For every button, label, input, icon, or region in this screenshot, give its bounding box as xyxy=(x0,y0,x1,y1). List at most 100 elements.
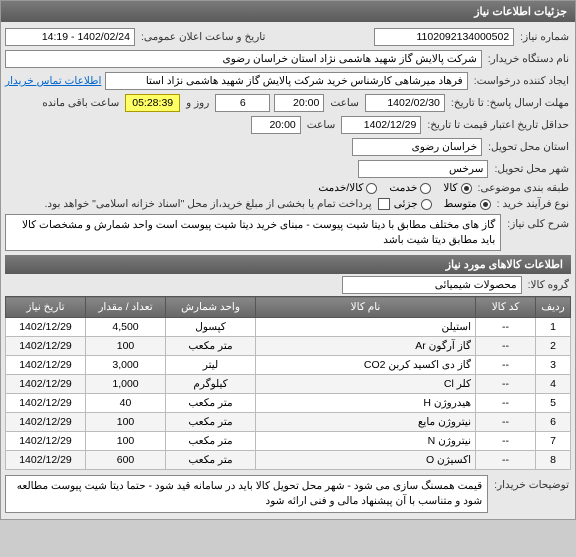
table-row[interactable]: 5--هیدروژن Hمتر مکعب401402/12/29 xyxy=(6,394,571,413)
radio-both[interactable]: کالا/خدمت xyxy=(318,182,377,194)
request-no-value: 1102092134000502 xyxy=(374,28,514,46)
notes-label: توضیحات خریدار: xyxy=(492,475,571,491)
goods-section-title: اطلاعات کالاهای مورد نیاز xyxy=(5,255,571,274)
days-unit: روز و xyxy=(184,97,211,109)
cell-name: هیدروژن H xyxy=(256,394,476,413)
radio-goods[interactable]: کالا xyxy=(443,182,471,194)
announce-value: 1402/02/24 - 14:19 xyxy=(5,28,135,46)
remaining-label: ساعت باقی مانده xyxy=(40,97,121,109)
cell-row: 4 xyxy=(536,375,571,394)
time-label-1: ساعت xyxy=(328,97,361,109)
cell-date: 1402/12/29 xyxy=(6,375,86,394)
cell-unit: متر مکعب xyxy=(166,451,256,470)
table-row[interactable]: 3--گاز دی اکسید کربن CO2لیتر3,0001402/12… xyxy=(6,356,571,375)
cell-code: -- xyxy=(476,318,536,337)
cell-code: -- xyxy=(476,337,536,356)
city-value: سرخس xyxy=(358,160,488,178)
cell-qty: 3,000 xyxy=(86,356,166,375)
cell-code: -- xyxy=(476,356,536,375)
validity-date: 1402/12/29 xyxy=(341,116,421,134)
table-row[interactable]: 4--کلر Clکیلوگرم1,0001402/12/29 xyxy=(6,375,571,394)
cell-qty: 40 xyxy=(86,394,166,413)
cell-code: -- xyxy=(476,413,536,432)
cell-unit: کیلوگرم xyxy=(166,375,256,394)
cell-row: 8 xyxy=(536,451,571,470)
radio-service[interactable]: خدمت xyxy=(389,182,431,194)
cell-unit: لیتر xyxy=(166,356,256,375)
col-unit: واحد شمارش xyxy=(166,297,256,318)
contact-link[interactable]: اطلاعات تماس خریدار xyxy=(5,75,101,87)
cell-code: -- xyxy=(476,451,536,470)
notes-text: قیمت همسنگ سازی می شود - شهر محل تحویل ک… xyxy=(5,475,488,512)
cell-qty: 100 xyxy=(86,432,166,451)
announce-label: تاریخ و ساعت اعلان عمومی: xyxy=(139,31,267,43)
cell-row: 7 xyxy=(536,432,571,451)
col-qty: تعداد / مقدار xyxy=(86,297,166,318)
cell-qty: 100 xyxy=(86,413,166,432)
table-row[interactable]: 6--نیتروژن مایعمتر مکعب1001402/12/29 xyxy=(6,413,571,432)
cell-qty: 4,500 xyxy=(86,318,166,337)
desc-text: گاز های مختلف مطابق با دیتا شیت پیوست - … xyxy=(5,214,501,251)
cell-qty: 600 xyxy=(86,451,166,470)
desc-label: شرح کلی نیاز: xyxy=(505,214,571,230)
validity-time: 20:00 xyxy=(251,116,301,134)
cell-date: 1402/12/29 xyxy=(6,318,86,337)
buyer-value: شرکت پالایش گاز شهید هاشمی نژاد استان خر… xyxy=(5,50,482,68)
cell-name: نیتروژن مایع xyxy=(256,413,476,432)
deadline-label: مهلت ارسال پاسخ: تا تاریخ: xyxy=(449,97,571,109)
table-row[interactable]: 8--اکسیژن Oمتر مکعب6001402/12/29 xyxy=(6,451,571,470)
cell-name: استیلن xyxy=(256,318,476,337)
cell-row: 3 xyxy=(536,356,571,375)
cell-qty: 100 xyxy=(86,337,166,356)
cell-row: 6 xyxy=(536,413,571,432)
radio-mid[interactable]: متوسط xyxy=(444,198,491,210)
countdown-timer: 05:28:39 xyxy=(125,94,180,112)
classification-label: طبقه بندی موضوعی: xyxy=(476,182,571,194)
table-row[interactable]: 7--نیتروژن Nمتر مکعب1001402/12/29 xyxy=(6,432,571,451)
cell-name: کلر Cl xyxy=(256,375,476,394)
table-row[interactable]: 1--استیلنکپسول4,5001402/12/29 xyxy=(6,318,571,337)
group-value: محصولات شیمیائی xyxy=(342,276,522,294)
province-label: استان محل تحویل: xyxy=(486,141,571,153)
time-label-2: ساعت xyxy=(305,119,338,131)
radio-icon xyxy=(421,199,432,210)
province-value: خراسان رضوی xyxy=(352,138,482,156)
cell-row: 2 xyxy=(536,337,571,356)
treasury-checkbox[interactable] xyxy=(378,198,390,210)
cell-qty: 1,000 xyxy=(86,375,166,394)
cell-date: 1402/12/29 xyxy=(6,394,86,413)
process-label: نوع فرآیند خرید : xyxy=(495,198,571,210)
col-code: کد کالا xyxy=(476,297,536,318)
cell-name: گاز آرگون Ar xyxy=(256,337,476,356)
details-panel: جزئیات اطلاعات نیاز شماره نیاز: 11020921… xyxy=(0,0,576,520)
table-row[interactable]: 2--گاز آرگون Arمتر مکعب1001402/12/29 xyxy=(6,337,571,356)
panel-title: جزئیات اطلاعات نیاز xyxy=(1,1,575,22)
cell-unit: کپسول xyxy=(166,318,256,337)
cell-code: -- xyxy=(476,375,536,394)
col-row: ردیف xyxy=(536,297,571,318)
cell-unit: متر مکعب xyxy=(166,394,256,413)
cell-code: -- xyxy=(476,394,536,413)
radio-minor[interactable]: جزئی xyxy=(394,198,432,210)
radio-icon xyxy=(461,183,472,194)
deadline-date: 1402/02/30 xyxy=(365,94,445,112)
cell-name: نیتروژن N xyxy=(256,432,476,451)
cell-unit: متر مکعب xyxy=(166,413,256,432)
city-label: شهر محل تحویل: xyxy=(492,163,571,175)
cell-row: 1 xyxy=(536,318,571,337)
cell-date: 1402/12/29 xyxy=(6,432,86,451)
cell-unit: متر مکعب xyxy=(166,337,256,356)
cell-unit: متر مکعب xyxy=(166,432,256,451)
goods-table: ردیف کد کالا نام کالا واحد شمارش تعداد /… xyxy=(5,296,571,470)
creator-value: فرهاد میرشاهی کارشناس خرید شرکت پالایش گ… xyxy=(105,72,467,90)
validity-label: حداقل تاریخ اعتبار قیمت تا تاریخ: xyxy=(425,119,571,131)
cell-date: 1402/12/29 xyxy=(6,413,86,432)
cell-name: گاز دی اکسید کربن CO2 xyxy=(256,356,476,375)
cell-row: 5 xyxy=(536,394,571,413)
cell-date: 1402/12/29 xyxy=(6,337,86,356)
group-label: گروه کالا: xyxy=(526,279,571,291)
creator-label: ایجاد کننده درخواست: xyxy=(472,75,571,87)
deadline-time: 20:00 xyxy=(274,94,324,112)
col-name: نام کالا xyxy=(256,297,476,318)
cell-name: اکسیژن O xyxy=(256,451,476,470)
